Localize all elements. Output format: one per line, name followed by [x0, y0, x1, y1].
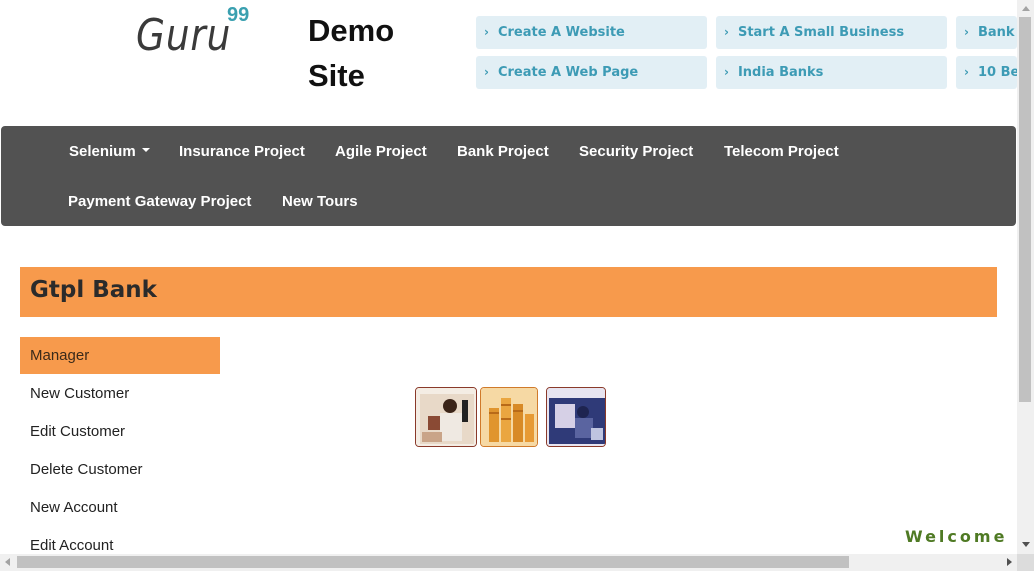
chevron-right-icon: ›: [964, 65, 969, 79]
chevron-right-icon: ›: [724, 65, 729, 79]
coin-stacks-image: [480, 387, 538, 447]
chevron-right-icon: ›: [964, 25, 969, 39]
ad-link-india-banks[interactable]: › India Banks: [716, 56, 947, 89]
horizontal-scroll-thumb[interactable]: [17, 556, 849, 568]
chevron-right-icon: ›: [724, 25, 729, 39]
nav-item-new-tours[interactable]: New Tours: [282, 193, 358, 210]
ad-link-create-website[interactable]: › Create A Website: [476, 16, 707, 49]
nav-item-security-project[interactable]: Security Project: [579, 143, 693, 160]
banker-phone-image: [415, 387, 477, 447]
ad-link-label: India Banks: [737, 65, 824, 80]
menu-item-manager[interactable]: Manager: [20, 337, 220, 374]
main-navbar: Selenium Insurance Project Agile Project…: [1, 126, 1016, 226]
ad-link-label: 10 Be: [977, 65, 1017, 80]
logo-number: 99: [227, 4, 250, 26]
bank-header-bar: Gtpl Bank: [20, 267, 997, 317]
nav-item-selenium[interactable]: Selenium: [69, 143, 150, 160]
vertical-scroll-thumb[interactable]: [1019, 17, 1031, 402]
ad-link-10-best[interactable]: › 10 Be: [956, 56, 1017, 89]
nav-item-telecom-project[interactable]: Telecom Project: [724, 143, 839, 160]
menu-item-delete-customer[interactable]: Delete Customer: [20, 451, 220, 488]
ad-link-label: Bank: [977, 25, 1015, 40]
nav-item-label: Selenium: [69, 143, 136, 160]
teller-image: [546, 387, 606, 447]
ad-link-label: Create A Web Page: [497, 65, 639, 80]
scroll-left-icon[interactable]: [5, 558, 10, 566]
scrollbar-corner: [1017, 554, 1034, 571]
horizontal-scrollbar[interactable]: [0, 554, 1017, 571]
nav-item-bank-project[interactable]: Bank Project: [457, 143, 549, 160]
bank-title: Gtpl Bank: [30, 277, 157, 303]
scroll-down-icon[interactable]: [1022, 542, 1030, 547]
menu-item-new-account[interactable]: New Account: [20, 489, 220, 526]
site-title: Demo Site: [308, 13, 395, 93]
ad-link-label: Create A Website: [497, 25, 625, 40]
nav-item-insurance-project[interactable]: Insurance Project: [179, 143, 305, 160]
chevron-right-icon: ›: [484, 25, 489, 39]
logo-word: Guru: [136, 10, 232, 61]
menu-item-edit-customer[interactable]: Edit Customer: [20, 413, 220, 450]
vertical-scrollbar[interactable]: [1017, 0, 1034, 554]
caret-down-icon: [141, 148, 150, 153]
ad-link-create-web-page[interactable]: › Create A Web Page: [476, 56, 707, 89]
ad-link-small-business[interactable]: › Start A Small Business: [716, 16, 947, 49]
nav-item-agile-project[interactable]: Agile Project: [335, 143, 427, 160]
ad-link-label: Start A Small Business: [737, 25, 905, 40]
menu-item-new-customer[interactable]: New Customer: [20, 375, 220, 412]
ad-link-bank[interactable]: › Bank: [956, 16, 1017, 49]
nav-item-payment-gateway-project[interactable]: Payment Gateway Project: [68, 193, 251, 210]
welcome-marquee: Welcome: [905, 527, 1008, 546]
scroll-up-icon[interactable]: [1022, 6, 1030, 11]
scroll-right-icon[interactable]: [1007, 558, 1012, 566]
chevron-right-icon: ›: [484, 65, 489, 79]
